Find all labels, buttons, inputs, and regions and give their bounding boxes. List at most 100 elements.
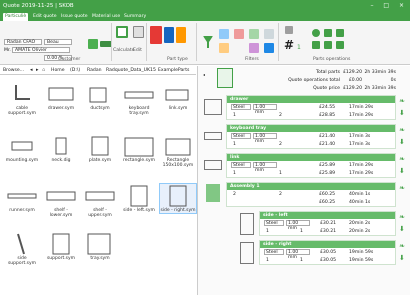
- thumb-mounting[interactable]: mounting.sym: [4, 134, 40, 163]
- edit-label[interactable]: Edit: [133, 48, 142, 53]
- ops-icon-7[interactable]: [336, 41, 344, 49]
- refresh-icon[interactable]: [116, 26, 128, 38]
- thickness-select[interactable]: 1.00 mm: [253, 133, 277, 144]
- leaf-icon[interactable]: ❧: [399, 97, 405, 105]
- tab-particuliers[interactable]: Particuliè: [3, 13, 29, 21]
- collapse-icon[interactable]: ◂: [203, 72, 209, 78]
- home-icon[interactable]: ⌂: [42, 67, 45, 73]
- thickness-select[interactable]: 1.00 mm: [286, 249, 310, 260]
- filter-icon-6[interactable]: [264, 43, 274, 53]
- ops-icon-5[interactable]: [312, 41, 320, 49]
- thumb-shelf-lower[interactable]: shelf - lower.sym: [43, 184, 79, 218]
- leaf-icon[interactable]: ❧: [399, 213, 405, 221]
- window-controls[interactable]: – □ ×: [370, 2, 408, 9]
- thumb-tray[interactable]: tray.sym: [82, 232, 118, 261]
- path-radquote[interactable]: Radquote_Data_UK15: [106, 68, 156, 73]
- tab-issue-quote[interactable]: Issue quote: [59, 13, 90, 21]
- assembly-card[interactable]: Assembly 1 2 2 £60.25 40min 1s £60.25 40min …: [226, 182, 396, 207]
- qty2-value[interactable]: 1: [300, 258, 303, 263]
- calculate-label[interactable]: Calculate: [113, 48, 134, 53]
- qty-value[interactable]: 1: [266, 229, 269, 234]
- customer-dropdown[interactable]: Beau: [44, 39, 72, 45]
- material-select[interactable]: Steel: [231, 162, 251, 168]
- ops-icon-2[interactable]: [312, 29, 320, 37]
- leaf-icon[interactable]: ❧: [399, 126, 405, 134]
- filter-icon-2[interactable]: [219, 29, 229, 39]
- thumb-duct[interactable]: ductsym: [82, 82, 118, 111]
- thumb-side-support[interactable]: side support.sym: [4, 232, 40, 266]
- tab-material-use[interactable]: Material use: [90, 13, 122, 21]
- part-card[interactable]: keyboard tray Steel 1.00 mm £21.40 17min 3s…: [226, 124, 396, 149]
- filter-icon-7[interactable]: [219, 43, 229, 53]
- ops-icon-1[interactable]: [285, 26, 293, 34]
- qty2-value[interactable]: 1: [279, 171, 282, 176]
- qty2-value[interactable]: 2: [279, 113, 282, 118]
- ops-icon-4[interactable]: [336, 29, 344, 37]
- qty-value[interactable]: 1: [233, 171, 236, 176]
- thickness-select[interactable]: 1.00 mm: [253, 162, 277, 173]
- thumb-shelf-upper[interactable]: shelf - upper.sym: [82, 184, 118, 218]
- thumb-drawer[interactable]: drawer.sym: [43, 82, 79, 111]
- download-icon[interactable]: ⬇: [399, 109, 405, 117]
- part-card[interactable]: link Steel 1.00 mm £25.89 17min 29s 1 1 £25.8…: [226, 153, 396, 178]
- leaf-icon[interactable]: ❧: [399, 155, 405, 163]
- filter-icon-3[interactable]: [234, 29, 244, 39]
- contact-dropdown[interactable]: AMATE Olivier: [12, 47, 70, 53]
- thumb-rectangle-150x100[interactable]: Rectangle 150x100.sym: [160, 134, 196, 168]
- part-type-icon-1[interactable]: [150, 26, 162, 44]
- thickness-select[interactable]: 1.00 mm: [253, 104, 277, 115]
- thumb-link[interactable]: link.sym: [160, 82, 196, 111]
- thumb-rectangle[interactable]: rectangle.sym: [121, 134, 157, 163]
- part-card[interactable]: side - left Steel 1.00 mm £30.21 20min 2s 1…: [259, 211, 396, 236]
- qty2-value[interactable]: 1: [300, 229, 303, 234]
- tab-edit-quote[interactable]: Edit quote: [31, 13, 59, 21]
- qty2-value[interactable]: 2: [279, 142, 282, 147]
- back-icon[interactable]: ◂: [30, 67, 33, 73]
- part-type-icon-3[interactable]: [176, 27, 186, 43]
- path-home[interactable]: Home: [51, 68, 65, 73]
- hash-icon[interactable]: #: [284, 38, 294, 52]
- thumb-side-right[interactable]: side - right.sym: [159, 183, 197, 214]
- thumb-support[interactable]: support.sym: [43, 232, 79, 261]
- download-icon[interactable]: ⬇: [399, 254, 405, 262]
- download-icon[interactable]: ⬇: [399, 225, 405, 233]
- thumb-neck[interactable]: neck.dig: [43, 134, 79, 163]
- filter-icon-5[interactable]: [264, 29, 274, 39]
- customer-name-field[interactable]: Radan CFAO: [4, 39, 42, 45]
- download-icon[interactable]: ⬇: [399, 138, 405, 146]
- part-card[interactable]: side - right Steel 1.00 mm £30.05 19min 59s…: [259, 240, 396, 265]
- path-radan[interactable]: Radan: [87, 68, 102, 73]
- ops-icon-3[interactable]: [324, 29, 332, 37]
- thickness-select[interactable]: 1.00 mm: [286, 220, 310, 231]
- price-list-icon[interactable]: [88, 39, 98, 49]
- leaf-icon[interactable]: ❧: [399, 242, 405, 250]
- part-type-icon-2[interactable]: [164, 27, 174, 43]
- qty-value[interactable]: 1: [233, 142, 236, 147]
- download-icon[interactable]: ⬇: [399, 167, 405, 175]
- material-select[interactable]: Steel: [264, 249, 284, 255]
- qty-value[interactable]: 1: [233, 113, 236, 118]
- thumb-side-left[interactable]: side - left.sym: [121, 184, 157, 213]
- material-select[interactable]: Steel: [231, 133, 251, 139]
- edit-icon[interactable]: [133, 26, 144, 38]
- material-select[interactable]: Steel: [231, 104, 251, 110]
- path-drive[interactable]: (D:\): [70, 68, 80, 73]
- leaf-icon[interactable]: ❧: [399, 184, 405, 192]
- thumb-keyboard-tray[interactable]: keyboard tray.sym: [121, 82, 157, 116]
- ops-icon-6[interactable]: [324, 41, 332, 49]
- qty2-value[interactable]: 2: [279, 192, 282, 197]
- forward-icon[interactable]: ▸: [36, 67, 39, 73]
- thumb-cable-support[interactable]: cable support.sym: [4, 82, 40, 116]
- material-select[interactable]: Steel: [264, 220, 284, 226]
- filter-icon[interactable]: [203, 36, 213, 48]
- filter-icon-4[interactable]: [249, 29, 259, 39]
- thumb-plate[interactable]: plate.sym: [82, 134, 118, 163]
- qty-value[interactable]: 1: [266, 258, 269, 263]
- browse-button[interactable]: Browse...: [3, 68, 24, 73]
- qty-value[interactable]: 2: [233, 192, 236, 197]
- filter-icon-8[interactable]: [249, 43, 259, 53]
- path-exampleparts[interactable]: ExampleParts: [158, 68, 189, 73]
- tab-summary[interactable]: Summary: [122, 13, 148, 21]
- thumb-runner[interactable]: runner.sym: [4, 184, 40, 213]
- part-card[interactable]: drawer Steel 1.00 mm £24.55 17min 29s 1 2 £28…: [226, 95, 396, 120]
